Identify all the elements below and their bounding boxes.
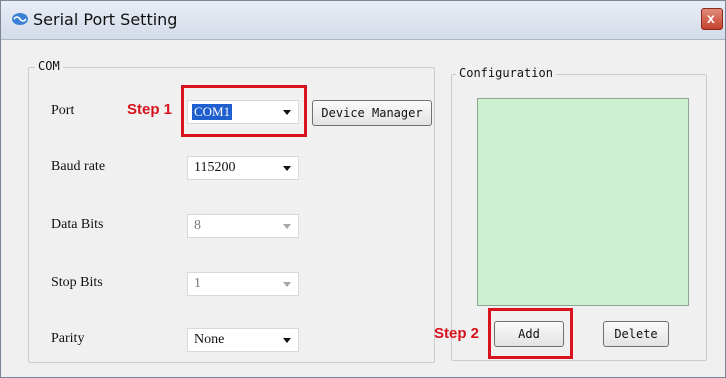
step2-annotation: Step 2: [434, 325, 480, 342]
parity-value: None: [194, 332, 225, 347]
chevron-down-icon: [283, 282, 291, 287]
parity-label: Parity: [51, 331, 85, 346]
step1-highlight: [181, 85, 307, 137]
baud-rate-select[interactable]: 115200: [187, 156, 299, 180]
step2-highlight: [488, 308, 573, 359]
data-bits-value: 8: [194, 218, 201, 233]
data-bits-select[interactable]: 8: [187, 214, 299, 238]
device-manager-button[interactable]: Device Manager: [312, 100, 432, 126]
baud-rate-value: 115200: [194, 160, 236, 175]
stop-bits-select[interactable]: 1: [187, 272, 299, 296]
step1-annotation: Step 1: [127, 101, 173, 118]
app-icon: [12, 13, 28, 25]
com-group-legend: COM: [35, 59, 63, 73]
chevron-down-icon: [283, 338, 291, 343]
stop-bits-label: Stop Bits: [51, 275, 103, 290]
title-bar: Serial Port Setting x: [1, 1, 725, 40]
serial-port-setting-dialog: Serial Port Setting x COM Port COM1 Devi…: [0, 0, 726, 378]
stop-bits-value: 1: [194, 276, 201, 291]
delete-button[interactable]: Delete: [603, 321, 669, 347]
configuration-list[interactable]: [477, 98, 689, 306]
close-icon: x: [707, 10, 715, 26]
port-label: Port: [51, 103, 75, 118]
configuration-group-legend: Configuration: [456, 66, 556, 80]
window-title: Serial Port Setting: [33, 10, 178, 29]
parity-select[interactable]: None: [187, 328, 299, 352]
chevron-down-icon: [283, 166, 291, 171]
chevron-down-icon: [283, 224, 291, 229]
data-bits-label: Data Bits: [51, 217, 104, 232]
baud-rate-label: Baud rate: [51, 159, 106, 174]
close-button[interactable]: x: [701, 8, 723, 30]
